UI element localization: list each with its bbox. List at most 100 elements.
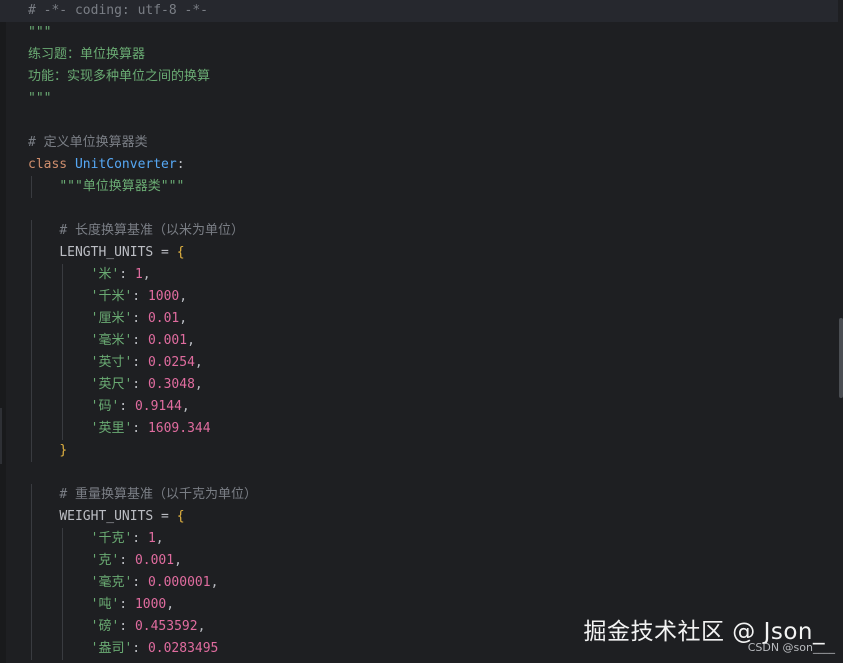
- code-token: 0.000001: [147, 575, 211, 590]
- code-token: :: [119, 619, 135, 634]
- code-token: ,: [210, 575, 219, 590]
- code-line[interactable]: # -*- coding: utf-8 -*-: [0, 0, 838, 22]
- code-token: 1000: [134, 597, 167, 612]
- indent-guide: [62, 550, 64, 572]
- code-editor[interactable]: # -*- coding: utf-8 -*- """ 练习题：单位换算器 功能：实现…: [0, 0, 843, 663]
- indent-guide: [31, 374, 32, 396]
- code-token: 0.9144: [134, 399, 182, 414]
- code-token: '盎司': [90, 641, 133, 656]
- code-line[interactable]: '厘米': 0.01,: [0, 308, 838, 330]
- code-token: ,: [179, 311, 188, 326]
- code-token: ,: [187, 333, 195, 348]
- indent-guide: [31, 308, 32, 330]
- code-token: 0.0254: [147, 355, 195, 370]
- code-token: ,: [197, 619, 206, 634]
- indent-guide: [62, 638, 64, 660]
- indent-guide: [62, 418, 64, 440]
- code-token: 功能：实现多种单位之间的换算: [28, 69, 211, 84]
- code-token: '毫米': [90, 333, 133, 348]
- code-token: class: [28, 157, 75, 172]
- indent-guide: [62, 308, 64, 330]
- code-token: 1: [134, 267, 143, 282]
- code-line[interactable]: """: [0, 88, 838, 110]
- scrollbar-thumb[interactable]: [839, 318, 843, 398]
- code-token: """: [28, 91, 52, 106]
- indent-guide: [62, 374, 64, 396]
- code-token: '磅': [90, 619, 120, 634]
- code-line[interactable]: '克': 0.001,: [0, 550, 838, 572]
- code-token: 0.01: [147, 311, 180, 326]
- code-token: :: [132, 311, 148, 326]
- code-line[interactable]: class UnitConverter:: [0, 154, 838, 176]
- code-token: '码': [90, 399, 120, 414]
- code-token: ,: [181, 399, 190, 414]
- code-token: :: [132, 641, 148, 656]
- code-line[interactable]: '毫克': 0.000001,: [0, 572, 838, 594]
- code-line[interactable]: 练习题：单位换算器: [0, 44, 838, 66]
- code-line[interactable]: '毫米': 0.001,: [0, 330, 838, 352]
- code-line[interactable]: '米': 1,: [0, 264, 838, 286]
- code-line[interactable]: # 重量换算基准（以千克为单位）: [0, 484, 838, 506]
- code-token: 练习题：单位换算器: [28, 47, 146, 62]
- code-token: :: [132, 421, 148, 436]
- code-token: :: [132, 333, 148, 348]
- vertical-scrollbar[interactable]: [838, 0, 843, 663]
- code-token: ,: [166, 597, 175, 612]
- code-token: :: [176, 157, 185, 172]
- indent-guide: [62, 528, 64, 550]
- code-token: :: [119, 267, 135, 282]
- code-line[interactable]: [0, 110, 838, 132]
- code-line[interactable]: '英里': 1609.344: [0, 418, 838, 440]
- code-line[interactable]: '英寸': 0.0254,: [0, 352, 838, 374]
- code-line[interactable]: '码': 0.9144,: [0, 396, 838, 418]
- code-token: :: [132, 355, 148, 370]
- code-line[interactable]: [0, 462, 838, 484]
- code-line[interactable]: '千米': 1000,: [0, 286, 838, 308]
- code-token: '吨': [90, 597, 120, 612]
- indent-guide: [31, 572, 32, 594]
- code-token: :: [132, 531, 148, 546]
- code-token: 1: [147, 531, 156, 546]
- code-token: LENGTH_UNITS: [59, 245, 154, 260]
- indent-guide: [31, 638, 32, 660]
- code-token: '千米': [90, 289, 133, 304]
- indent-guide: [31, 594, 32, 616]
- code-token: {: [176, 509, 185, 524]
- code-token: 0.0283495: [147, 641, 219, 656]
- code-line[interactable]: }: [0, 440, 838, 462]
- code-line[interactable]: # 长度换算基准（以米为单位）: [0, 220, 838, 242]
- code-line[interactable]: [0, 198, 838, 220]
- code-token: WEIGHT_UNITS: [59, 509, 154, 524]
- code-token: =: [153, 245, 177, 260]
- code-line[interactable]: LENGTH_UNITS = {: [0, 242, 838, 264]
- code-token: # 长度换算基准（以米为单位）: [59, 223, 244, 238]
- code-token: ,: [194, 377, 203, 392]
- indent-guide: [31, 264, 32, 286]
- code-token: ,: [179, 289, 188, 304]
- code-token: # 重量换算基准（以千克为单位）: [59, 487, 257, 502]
- code-token: # 定义单位换算器类: [28, 135, 148, 150]
- code-token: 0.453592: [134, 619, 198, 634]
- code-line[interactable]: '千克': 1,: [0, 528, 838, 550]
- indent-guide: [62, 594, 64, 616]
- indent-guide: [31, 396, 32, 418]
- code-line[interactable]: """: [0, 22, 838, 44]
- code-line[interactable]: WEIGHT_UNITS = {: [0, 506, 838, 528]
- code-line[interactable]: 功能：实现多种单位之间的换算: [0, 66, 838, 88]
- code-line[interactable]: # 定义单位换算器类: [0, 132, 838, 154]
- indent-guide: [62, 330, 64, 352]
- code-line[interactable]: '英尺': 0.3048,: [0, 374, 838, 396]
- code-token: ,: [142, 267, 151, 282]
- code-lines[interactable]: # -*- coding: utf-8 -*- """ 练习题：单位换算器 功能：实现…: [0, 0, 838, 660]
- code-line[interactable]: """单位换算器类""": [0, 176, 838, 198]
